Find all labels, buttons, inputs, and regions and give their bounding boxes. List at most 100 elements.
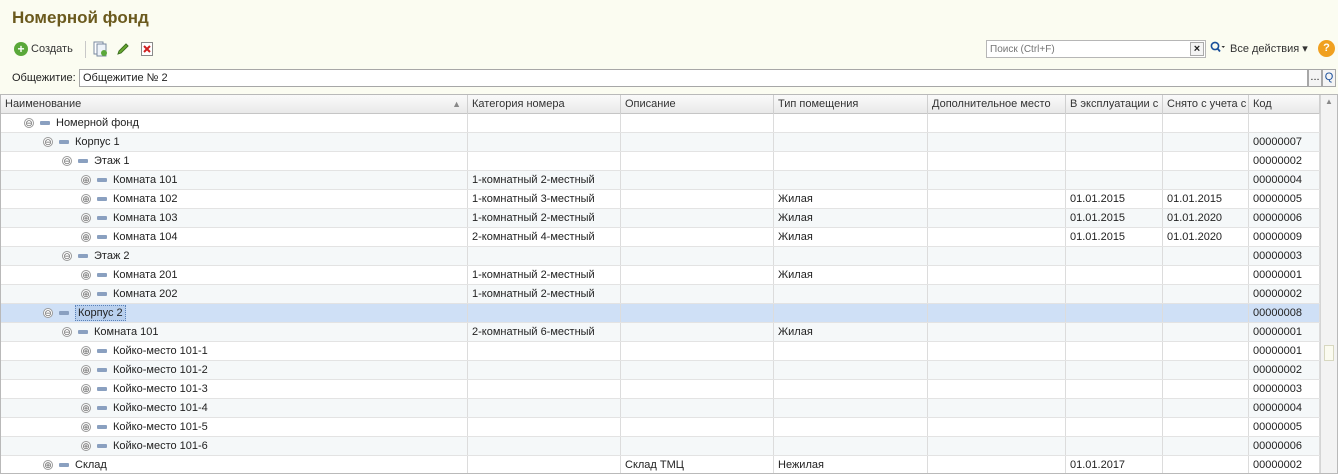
column-header-category[interactable]: Категория номера — [468, 95, 621, 114]
collapse-icon[interactable]: ⊖ — [62, 251, 72, 261]
table-row[interactable]: ⊖ Комната 101 2-комнатный 6-местный Жилая 00… — [1, 323, 1320, 342]
search-input[interactable] — [987, 41, 1179, 57]
code-cell: 00000002 — [1249, 361, 1320, 379]
expand-icon[interactable]: ⊕ — [81, 365, 91, 375]
expand-icon[interactable]: ⊕ — [81, 270, 91, 280]
search-icon[interactable] — [1210, 41, 1226, 58]
name-cell[interactable]: ⊕ Комната 202 — [1, 285, 468, 303]
code-cell: 00000001 — [1249, 323, 1320, 341]
name-cell[interactable]: ⊕ Койко-место 101-4 — [1, 399, 468, 417]
table-row[interactable]: ⊖ Номерной фонд — [1, 114, 1320, 133]
name-cell[interactable]: ⊕ Комната 102 — [1, 190, 468, 208]
name-cell[interactable]: ⊕ Комната 103 — [1, 209, 468, 227]
name-cell[interactable]: ⊕ Склад — [1, 456, 468, 473]
expand-icon[interactable]: ⊕ — [81, 175, 91, 185]
name-cell[interactable]: ⊕ Койко-место 101-5 — [1, 418, 468, 436]
table-row[interactable]: ⊖ Этаж 2 00000003 — [1, 247, 1320, 266]
folder-icon — [59, 463, 69, 467]
search-box: × — [986, 40, 1206, 58]
description-cell — [621, 380, 774, 398]
category-cell — [468, 380, 621, 398]
table-row[interactable]: ⊖ Корпус 1 00000007 — [1, 133, 1320, 152]
table-row[interactable]: ⊕ Койко-место 101-5 00000005 — [1, 418, 1320, 437]
name-cell[interactable]: ⊕ Комната 201 — [1, 266, 468, 284]
extra-place-cell — [928, 247, 1066, 265]
table-row[interactable]: ⊕ Койко-место 101-6 00000006 — [1, 437, 1320, 456]
collapse-icon[interactable]: ⊖ — [43, 137, 53, 147]
category-cell: 1-комнатный 2-местный — [468, 266, 621, 284]
name-cell[interactable]: ⊕ Койко-место 101-2 — [1, 361, 468, 379]
table-row[interactable]: ⊕ Койко-место 101-3 00000003 — [1, 380, 1320, 399]
create-button[interactable]: + Создать — [14, 39, 73, 59]
code-cell: 00000002 — [1249, 152, 1320, 170]
name-cell[interactable]: ⊖ Комната 101 — [1, 323, 468, 341]
expand-icon[interactable]: ⊕ — [81, 384, 91, 394]
help-icon[interactable]: ? — [1318, 40, 1335, 57]
expand-icon[interactable]: ⊕ — [81, 194, 91, 204]
scroll-up-icon[interactable]: ▲ — [1325, 97, 1333, 106]
collapse-icon[interactable]: ⊖ — [24, 118, 34, 128]
expand-icon[interactable]: ⊕ — [43, 460, 53, 470]
column-header-code[interactable]: Код — [1249, 95, 1320, 114]
expand-icon[interactable]: ⊕ — [81, 232, 91, 242]
room-type-cell: Жилая — [774, 209, 928, 227]
table-row[interactable]: ⊕ Комната 101 1-комнатный 2-местный 0000000… — [1, 171, 1320, 190]
table-row[interactable]: ⊖ Корпус 2 00000008 — [1, 304, 1320, 323]
table-row[interactable]: ⊕ Комната 103 1-комнатный 2-местный Жилая 01… — [1, 209, 1320, 228]
edit-pencil-icon[interactable] — [114, 40, 132, 58]
extra-place-cell — [928, 342, 1066, 360]
folder-icon — [78, 330, 88, 334]
name-cell[interactable]: ⊖ Корпус 1 — [1, 133, 468, 151]
table-row[interactable]: ⊕ Койко-место 101-1 00000001 — [1, 342, 1320, 361]
category-cell: 2-комнатный 4-местный — [468, 228, 621, 246]
extra-place-cell — [928, 399, 1066, 417]
name-cell[interactable]: ⊖ Этаж 2 — [1, 247, 468, 265]
expand-icon[interactable]: ⊕ — [81, 213, 91, 223]
table-row[interactable]: ⊕ Койко-место 101-4 00000004 — [1, 399, 1320, 418]
table-row[interactable]: ⊕ Комната 102 1-комнатный 3-местный Жилая 01… — [1, 190, 1320, 209]
collapse-icon[interactable]: ⊖ — [62, 156, 72, 166]
collapse-icon[interactable]: ⊖ — [43, 308, 53, 318]
name-cell[interactable]: ⊕ Койко-место 101-1 — [1, 342, 468, 360]
column-header-in-service-from[interactable]: В эксплуатации с — [1066, 95, 1163, 114]
name-cell[interactable]: ⊕ Комната 101 — [1, 171, 468, 189]
expand-icon[interactable]: ⊕ — [81, 422, 91, 432]
extra-place-cell — [928, 285, 1066, 303]
expand-icon[interactable]: ⊕ — [81, 289, 91, 299]
name-cell[interactable]: ⊕ Койко-место 101-3 — [1, 380, 468, 398]
filter-search-button[interactable]: Q — [1322, 69, 1336, 87]
category-cell — [468, 114, 621, 132]
table-row[interactable]: ⊕ Койко-место 101-2 00000002 — [1, 361, 1320, 380]
name-cell[interactable]: ⊖ Корпус 2 — [1, 304, 468, 322]
expand-icon[interactable]: ⊕ — [81, 441, 91, 451]
table-row[interactable]: ⊕ Склад Склад ТМЦ Нежилая 01.01.2017 00000002 — [1, 456, 1320, 473]
expand-icon[interactable]: ⊕ — [81, 346, 91, 356]
name-cell[interactable]: ⊕ Койко-место 101-6 — [1, 437, 468, 455]
vertical-scrollbar[interactable]: ▲ — [1320, 95, 1337, 473]
name-cell[interactable]: ⊖ Этаж 1 — [1, 152, 468, 170]
column-header-name[interactable]: Наименование ▲ — [1, 95, 468, 114]
delete-icon[interactable] — [138, 40, 156, 58]
column-header-room-type[interactable]: Тип помещения — [774, 95, 928, 114]
copy-icon[interactable] — [91, 40, 109, 58]
select-dots-button[interactable]: ... — [1308, 69, 1322, 87]
column-header-extra-place[interactable]: Дополнительное место — [928, 95, 1066, 114]
scroll-thumb[interactable] — [1324, 345, 1334, 361]
removed-from-cell — [1163, 418, 1249, 436]
name-cell[interactable]: ⊕ Комната 104 — [1, 228, 468, 246]
dormitory-field[interactable]: Общежитие № 2 — [79, 69, 1308, 87]
table-row[interactable]: ⊕ Комната 104 2-комнатный 4-местный Жилая 01… — [1, 228, 1320, 247]
expand-icon[interactable]: ⊕ — [81, 403, 91, 413]
collapse-icon[interactable]: ⊖ — [62, 327, 72, 337]
name-cell[interactable]: ⊖ Номерной фонд — [1, 114, 468, 132]
column-header-removed-from[interactable]: Снято с учета с — [1163, 95, 1249, 114]
code-cell — [1249, 114, 1320, 132]
all-actions-menu[interactable]: Все действия ▾ — [1230, 42, 1308, 55]
table-row[interactable]: ⊖ Этаж 1 00000002 — [1, 152, 1320, 171]
description-cell — [621, 190, 774, 208]
search-clear-button[interactable]: × — [1190, 42, 1204, 56]
table-row[interactable]: ⊕ Комната 201 1-комнатный 2-местный Жилая 00… — [1, 266, 1320, 285]
column-header-description[interactable]: Описание — [621, 95, 774, 114]
table-row[interactable]: ⊕ Комната 202 1-комнатный 2-местный 0000000… — [1, 285, 1320, 304]
toolbar-separator — [85, 41, 86, 58]
